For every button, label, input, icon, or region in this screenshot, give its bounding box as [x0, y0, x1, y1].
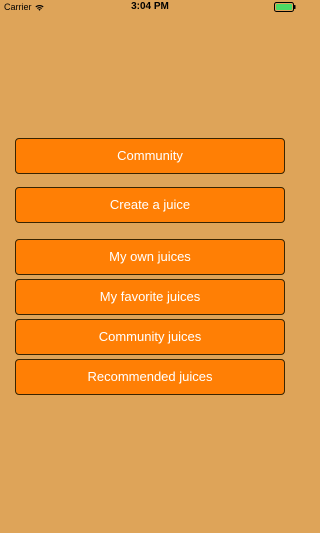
status-right [274, 2, 296, 12]
battery-icon [274, 2, 296, 12]
my-own-juices-button[interactable]: My own juices [15, 239, 285, 275]
main-menu: Community Create a juice My own juices M… [15, 138, 285, 395]
my-favorite-juices-button[interactable]: My favorite juices [15, 279, 285, 315]
status-time: 3:04 PM [131, 1, 169, 12]
status-bar: Carrier 3:04 PM [0, 0, 300, 14]
create-juice-button[interactable]: Create a juice [15, 187, 285, 223]
community-juices-button[interactable]: Community juices [15, 319, 285, 355]
recommended-juices-button[interactable]: Recommended juices [15, 359, 285, 395]
community-button[interactable]: Community [15, 138, 285, 174]
